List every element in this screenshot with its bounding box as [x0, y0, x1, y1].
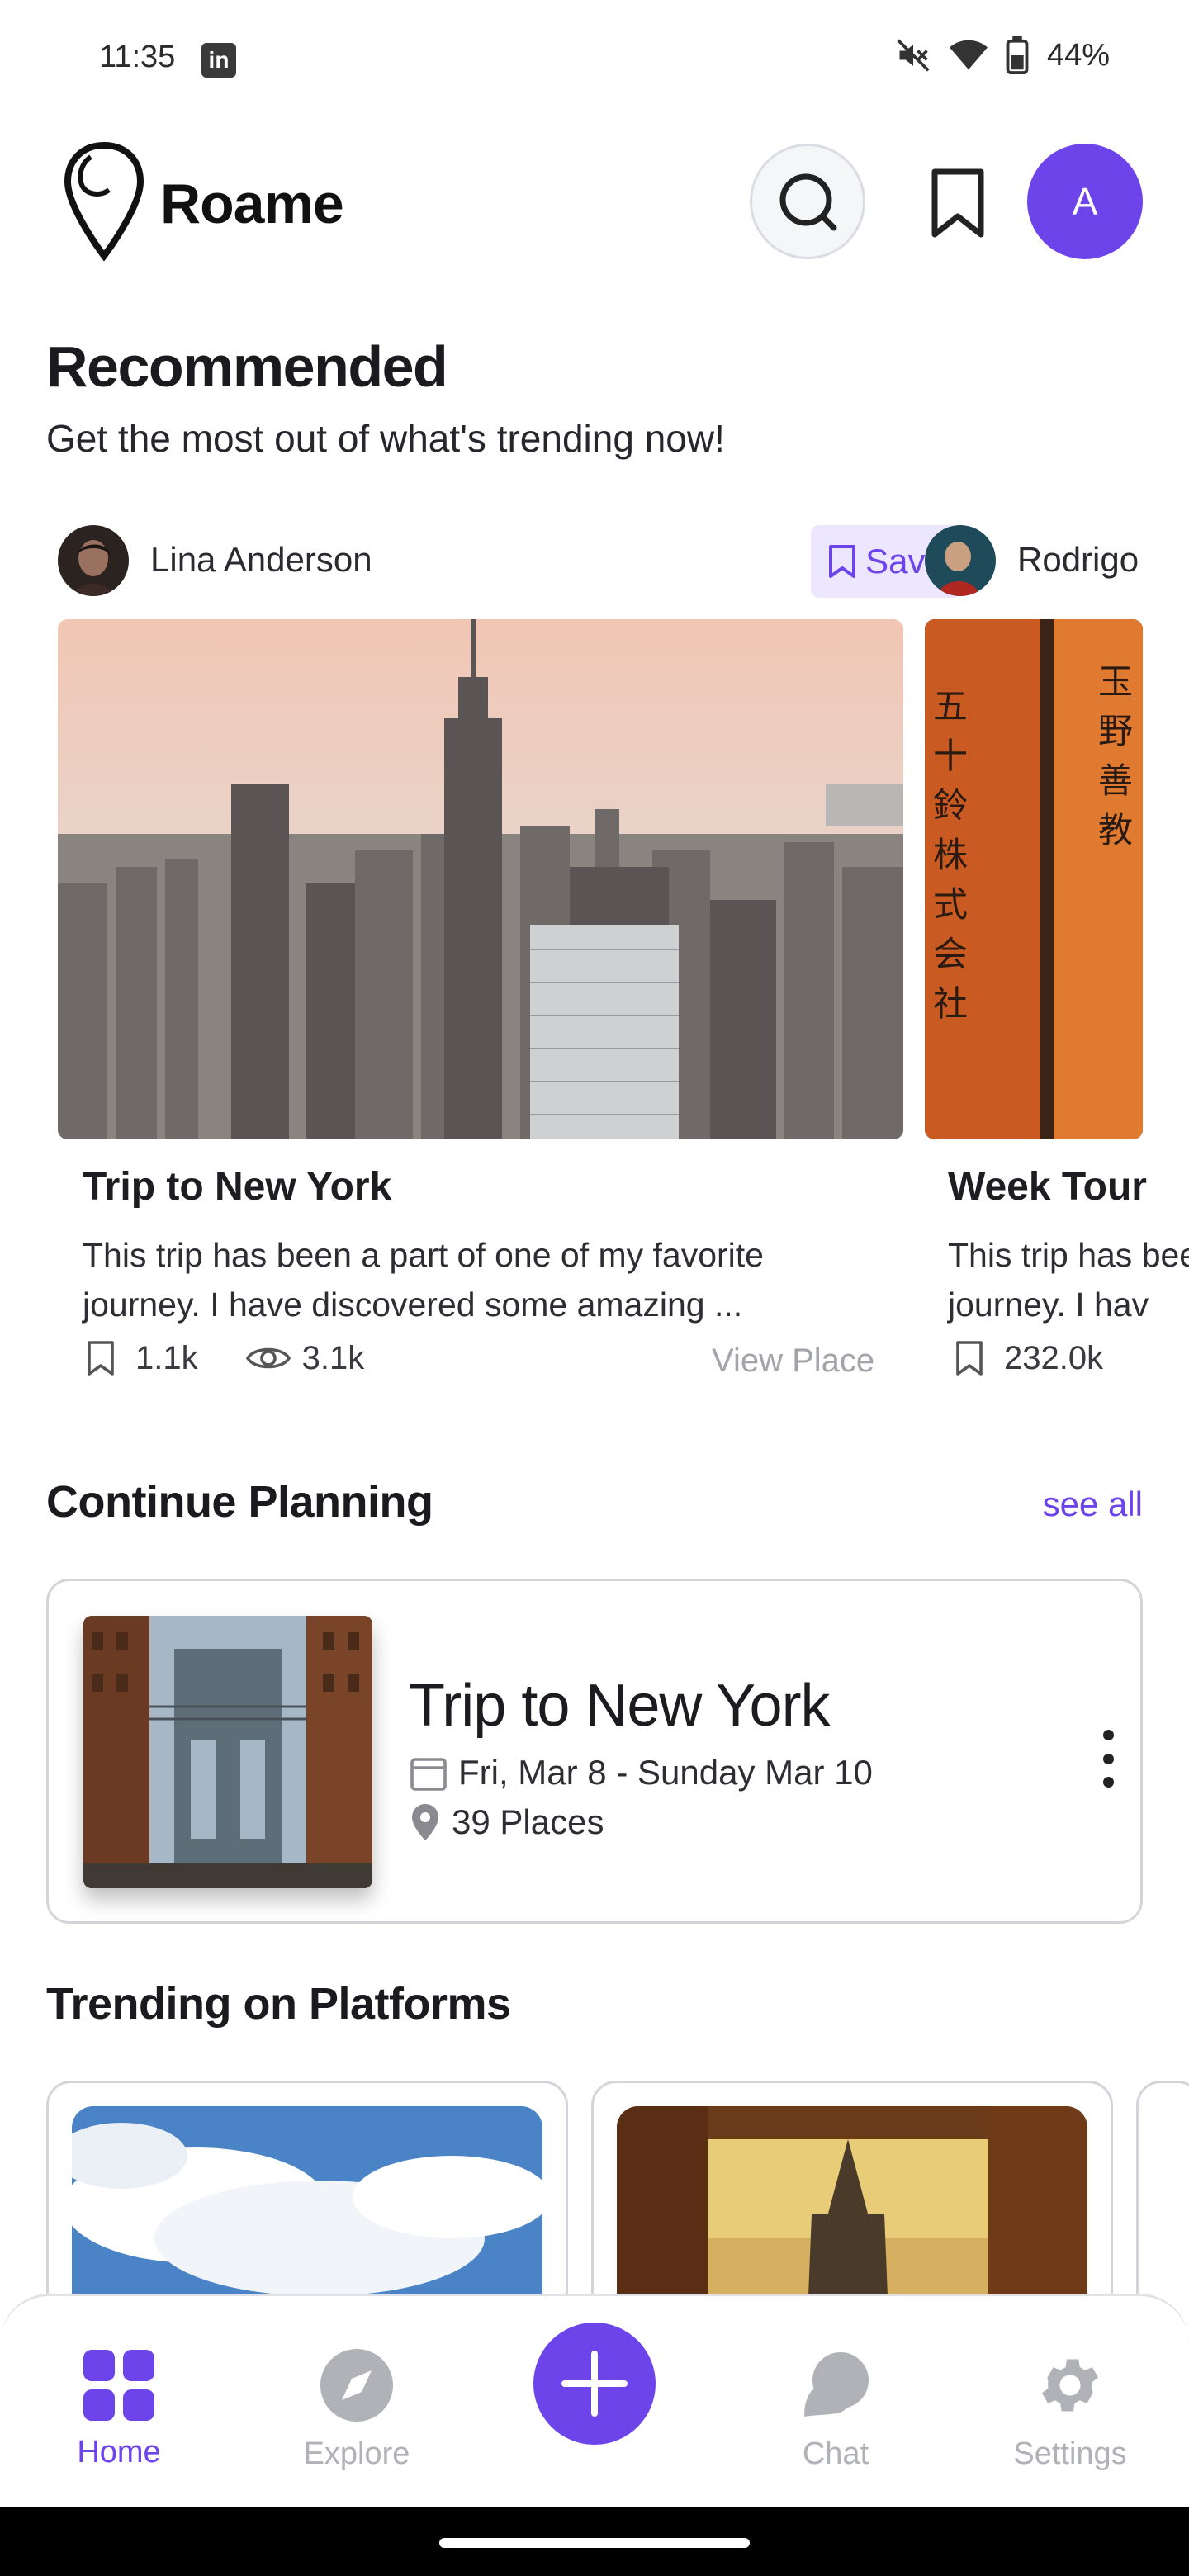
- nav-settings-label: Settings: [1013, 2436, 1127, 2471]
- manhattan-bridge-image: [83, 1616, 372, 1888]
- recommended-card[interactable]: Lina Anderson Save Trip to New York This…: [58, 520, 961, 1395]
- trending-title: Trending on Platforms: [46, 1979, 511, 2029]
- status-bar: 11:35 in 44%: [0, 0, 1189, 116]
- recommended-title: Recommended: [46, 334, 448, 399]
- app-name: Roame: [160, 173, 344, 235]
- wifi-icon: [949, 40, 988, 70]
- system-navigation-bar: [0, 2507, 1189, 2576]
- eye-icon: [245, 1347, 291, 1369]
- card-title[interactable]: Trip to New York: [83, 1164, 391, 1210]
- bookmark-icon: [956, 1341, 983, 1376]
- nav-chat-label: Chat: [802, 2436, 869, 2471]
- bottom-navigation: Home Explore Chat Settings: [0, 2294, 1189, 2507]
- bookmark-icon[interactable]: [921, 165, 994, 241]
- continue-planning-title: Continue Planning: [46, 1477, 433, 1527]
- trip-plan-card[interactable]: Trip to New York Fri, Mar 8 - Sunday Mar…: [46, 1579, 1143, 1924]
- search-icon: [779, 173, 837, 231]
- author-name[interactable]: Rodrigo: [1017, 540, 1139, 580]
- trip-places-text: 39 Places: [452, 1802, 604, 1841]
- svg-text:十: 十: [933, 736, 968, 776]
- more-options-icon[interactable]: [1096, 1730, 1120, 1788]
- view-count: 3.1k: [301, 1339, 365, 1376]
- plus-icon: [561, 2351, 628, 2417]
- card-description: This trip has been a part of one of my f…: [948, 1236, 1189, 1324]
- author-name[interactable]: Lina Anderson: [150, 540, 372, 580]
- search-button[interactable]: [750, 144, 865, 259]
- svg-text:式: 式: [933, 884, 968, 925]
- svg-text:善: 善: [1098, 760, 1133, 801]
- nav-explore[interactable]: Explore: [274, 2296, 439, 2509]
- nav-home[interactable]: Home: [36, 2296, 201, 2509]
- status-icons: 44%: [895, 36, 1110, 74]
- home-gesture-handle[interactable]: [439, 2538, 750, 2548]
- author-avatar: [58, 525, 129, 596]
- add-button[interactable]: [533, 2323, 656, 2445]
- trip-dates: Fri, Mar 8 - Sunday Mar 10: [409, 1753, 873, 1792]
- card-description: This trip has been a part of one of my f…: [83, 1236, 764, 1324]
- torii-gate-image[interactable]: 五十鈴 株式会社 玉野善教: [925, 619, 1143, 1139]
- recommended-subtitle: Get the most out of what's trending now!: [46, 417, 725, 460]
- location-pin-icon: [412, 1804, 438, 1840]
- bookmark-icon: [829, 545, 856, 578]
- author-avatar: [925, 525, 996, 596]
- trip-dates-text: Fri, Mar 8 - Sunday Mar 10: [458, 1753, 873, 1792]
- new-york-skyline-image[interactable]: [58, 619, 903, 1139]
- svg-text:社: 社: [933, 983, 968, 1024]
- calendar-icon: [410, 1758, 447, 1791]
- trip-places: 39 Places: [409, 1802, 604, 1842]
- nav-chat[interactable]: Chat: [753, 2296, 918, 2509]
- battery-icon: [1006, 36, 1029, 74]
- grid-icon: [79, 2346, 159, 2425]
- svg-text:鈴: 鈴: [933, 785, 968, 826]
- nav-explore-label: Explore: [303, 2436, 410, 2471]
- svg-text:会: 会: [933, 934, 968, 974]
- chat-bubble-icon: [796, 2346, 875, 2425]
- nav-settings[interactable]: Settings: [988, 2296, 1153, 2509]
- bookmark-icon: [88, 1341, 114, 1376]
- mute-icon: [897, 39, 930, 72]
- save-count: 1.1k: [135, 1339, 198, 1376]
- status-time: 11:35: [99, 40, 176, 74]
- gear-icon: [1030, 2346, 1110, 2425]
- svg-text:五: 五: [933, 686, 968, 727]
- card-stats: 232.0k: [953, 1339, 1103, 1377]
- save-count: 232.0k: [1004, 1339, 1104, 1376]
- app-header: Roame A: [0, 132, 1189, 272]
- card-stats: 1.1k 3.1k: [84, 1339, 364, 1377]
- svg-text:教: 教: [1098, 810, 1133, 850]
- compass-icon: [317, 2346, 396, 2425]
- trip-title: Trip to New York: [409, 1673, 831, 1739]
- card-title[interactable]: Week Tour: [948, 1164, 1147, 1210]
- user-avatar[interactable]: A: [1027, 144, 1143, 259]
- svg-text:玉: 玉: [1098, 661, 1133, 702]
- nav-home-label: Home: [77, 2435, 161, 2469]
- view-place-link[interactable]: View Place: [712, 1342, 874, 1380]
- linkedin-icon: in: [201, 43, 236, 78]
- location-pin-logo-icon: [64, 141, 144, 262]
- svg-text:株: 株: [933, 835, 968, 875]
- see-all-link[interactable]: see all: [1043, 1485, 1143, 1524]
- svg-text:野: 野: [1098, 711, 1133, 751]
- recommended-card[interactable]: Rodrigo 五十鈴 株式会社 玉野善教 Week Tour This tri…: [925, 520, 1189, 1395]
- battery-percent: 44%: [1046, 37, 1110, 73]
